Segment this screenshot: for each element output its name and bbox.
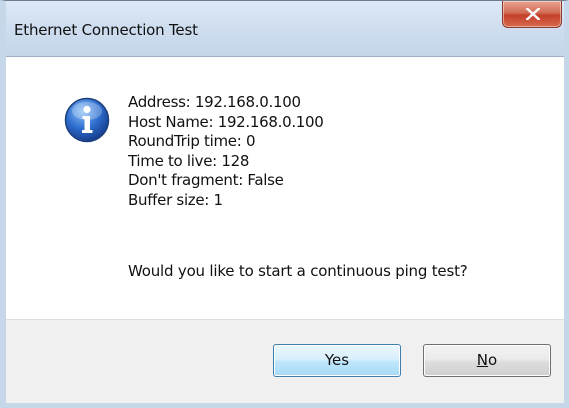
buffer-size-line: Buffer size: 1 [128, 190, 223, 209]
address-line: Address: 192.168.0.100 [128, 93, 301, 111]
no-button[interactable]: No [423, 344, 551, 377]
window-title: Ethernet Connection Test [14, 21, 198, 39]
host-name-line: Host Name: 192.168.0.100 [128, 112, 324, 131]
question-text: Would you like to start a continuous pin… [128, 262, 468, 280]
message-text: Address: 192.168.0.100 Host Name: 192.16… [128, 93, 324, 210]
information-icon [64, 97, 110, 143]
button-bar: Yes No [6, 319, 564, 403]
dialog-content: Address: 192.168.0.100 Host Name: 192.16… [6, 56, 564, 403]
title-bar[interactable]: Ethernet Connection Test [6, 1, 564, 56]
roundtrip-time-line: RoundTrip time: 0 [128, 132, 256, 150]
close-icon [526, 8, 540, 20]
close-button[interactable] [502, 1, 562, 28]
yes-button[interactable]: Yes [273, 344, 401, 377]
time-to-live-line: Time to live: 128 [128, 151, 250, 170]
dont-fragment-line: Don't fragment: False [128, 171, 284, 189]
dialog-window: Ethernet Connection Test Address: 192.16… [0, 0, 569, 408]
